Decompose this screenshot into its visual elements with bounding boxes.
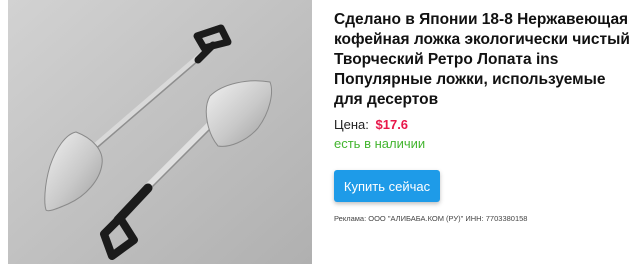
product-info: Сделано в Японии 18-8 Нержавеющая кофейн…	[334, 0, 640, 223]
product-title[interactable]: Сделано в Японии 18-8 Нержавеющая кофейн…	[334, 10, 640, 110]
product-image[interactable]	[8, 0, 312, 264]
buy-now-button[interactable]: Купить сейчас	[334, 170, 440, 202]
price-row: Цена: $17.6	[334, 117, 408, 132]
stock-status: есть в наличии	[334, 136, 426, 151]
price-label: Цена:	[334, 117, 369, 132]
ad-disclaimer: Реклама: ООО "АЛИБАБА.КОМ (РУ)" ИНН: 770…	[334, 214, 528, 223]
price-value: $17.6	[375, 117, 409, 132]
